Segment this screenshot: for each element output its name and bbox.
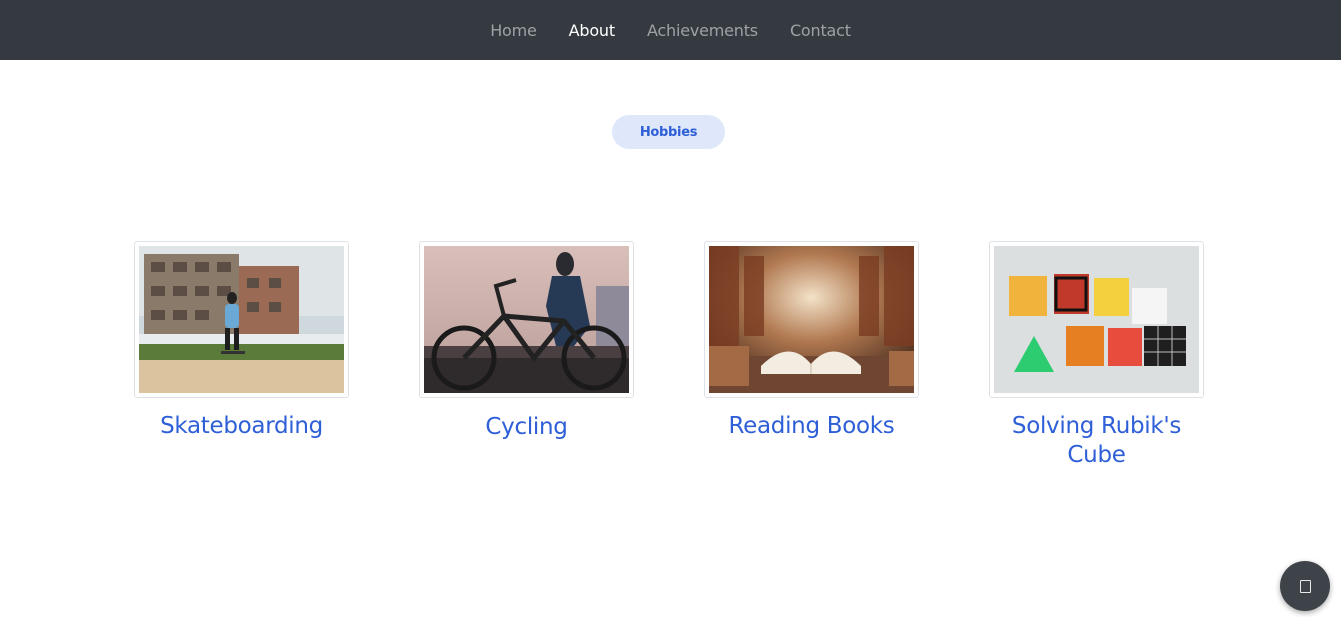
nav-menu: Home About Achievements Contact [474,21,867,40]
hobby-title-reading-books: Reading Books [728,413,895,439]
section-badge-hobbies: Hobbies [612,115,725,149]
floating-action-button[interactable] [1280,561,1330,611]
hobby-card-reading-books: Reading Books [704,241,919,441]
hobby-image-reading-books [704,241,919,398]
hobby-title-rubiks-cube: Solving Rubik's Cube [1011,413,1182,468]
hobby-title-skateboarding: Skateboarding [160,413,323,439]
hobby-image-cycling [419,241,634,398]
hobby-card-skateboarding: Skateboarding [134,241,349,441]
top-navbar: Home About Achievements Contact [0,0,1341,60]
nav-link-about[interactable]: About [553,21,631,40]
hobby-card-rubiks-cube: Solving Rubik's Cube [989,241,1204,470]
nav-link-home[interactable]: Home [474,21,552,40]
hobby-title-cycling: Cycling [485,414,568,440]
nav-link-achievements[interactable]: Achievements [631,21,774,40]
nav-link-contact[interactable]: Contact [774,21,867,40]
hobby-image-rubiks-cube [989,241,1204,398]
hobby-image-skateboarding [134,241,349,398]
square-icon [1299,579,1311,593]
hobby-card-cycling: Cycling [419,241,634,442]
